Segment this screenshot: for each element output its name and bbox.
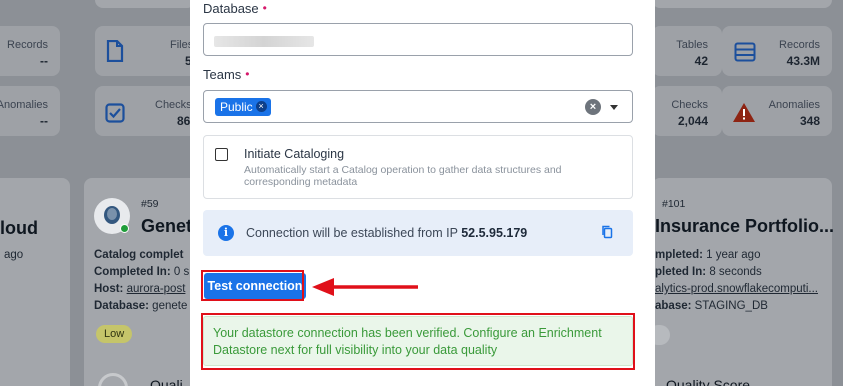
datastore-card: #59 Genet Catalog complet Completed In: … xyxy=(84,178,204,386)
clear-icon[interactable]: × xyxy=(585,99,601,115)
stat-tile: Checks 2,044 xyxy=(652,86,722,136)
bg-card-top xyxy=(95,0,195,8)
table-icon xyxy=(734,42,756,62)
status-dot xyxy=(120,224,129,233)
cataloging-option: Initiate Cataloging Automatically start … xyxy=(203,135,633,199)
annotation-arrow-icon xyxy=(312,278,418,296)
datastore-card: #101 Insurance Portfolio... mpleted: 1 y… xyxy=(648,178,834,386)
chevron-down-icon[interactable] xyxy=(610,105,618,110)
chip-remove-icon[interactable]: × xyxy=(255,101,267,112)
cataloging-description: Automatically start a Catalog operation … xyxy=(244,164,562,188)
warning-icon xyxy=(733,103,755,122)
score-ring xyxy=(98,373,128,386)
redacted-value xyxy=(214,36,314,47)
file-icon xyxy=(106,40,124,62)
annotation-highlight-message xyxy=(201,313,635,370)
teams-select[interactable]: Public × × xyxy=(203,90,633,123)
stat-tile: Tables 42 xyxy=(652,26,722,76)
copy-icon[interactable] xyxy=(601,225,613,239)
stat-tile: Files 5 xyxy=(95,26,205,76)
team-chip: Public × xyxy=(215,98,271,116)
annotation-highlight-button xyxy=(201,270,304,301)
stat-tile: Anomalies 348 xyxy=(722,86,832,136)
stat-tile: Checks 86 xyxy=(95,86,205,136)
database-label: Database • xyxy=(203,1,267,16)
info-icon: i xyxy=(218,225,234,241)
ip-info-banner: i Connection will be established from IP… xyxy=(203,210,633,256)
stat-tile: Records 43.3M xyxy=(722,26,832,76)
ip-info-text: Connection will be established from IP 5… xyxy=(246,226,528,240)
teams-label: Teams • xyxy=(203,67,250,82)
postgres-logo-icon xyxy=(94,198,130,234)
stat-tile: Records -- xyxy=(0,26,60,76)
datastore-card: loud ago xyxy=(0,178,70,386)
stat-tile: Anomalies -- xyxy=(0,86,60,136)
initiate-cataloging-checkbox[interactable] xyxy=(215,148,228,161)
cataloging-title: Initiate Cataloging xyxy=(244,147,345,161)
priority-badge: Low xyxy=(96,325,133,343)
bg-card-top-right xyxy=(652,0,832,8)
check-square-icon xyxy=(105,103,125,123)
database-input[interactable] xyxy=(203,23,633,56)
